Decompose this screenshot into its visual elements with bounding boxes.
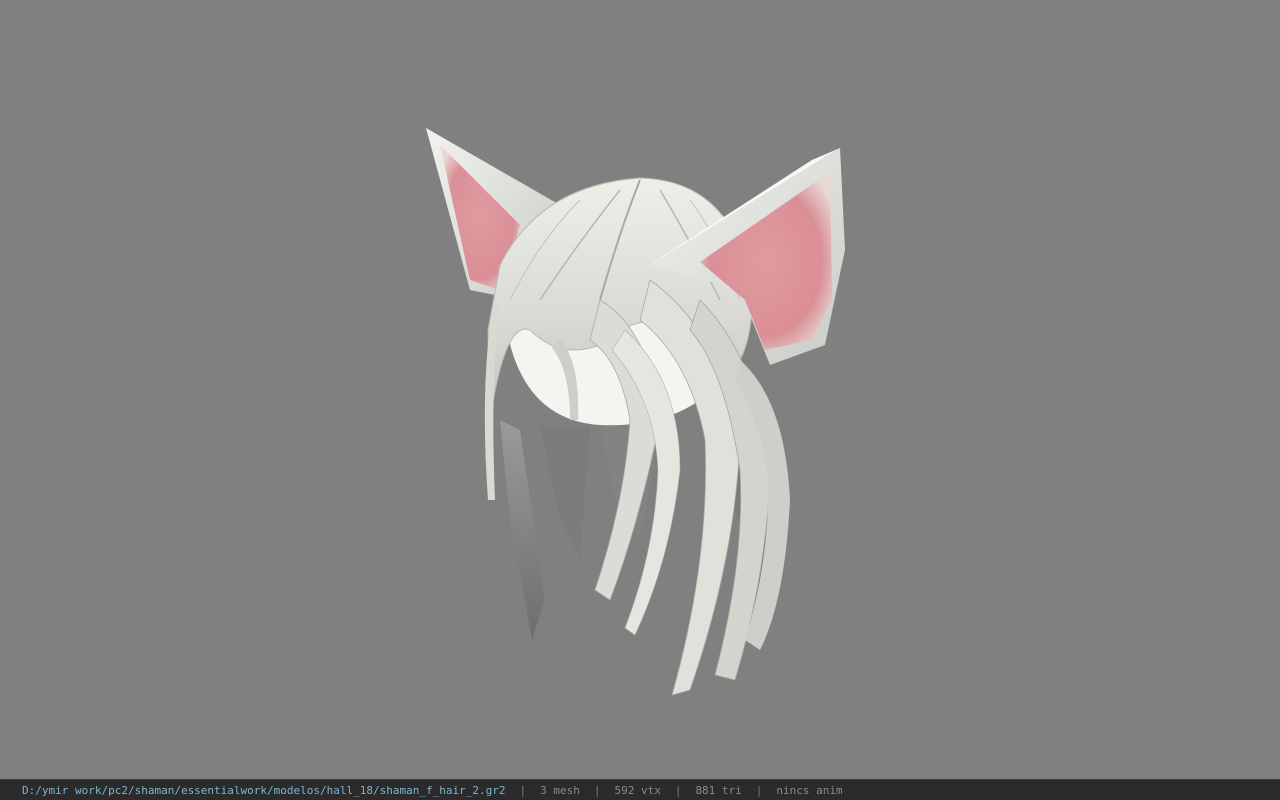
separator: | [519,784,527,797]
separator: | [674,784,682,797]
triangle-count: 881 tri [695,784,742,797]
status-bar: D:/ymir work/pc2/shaman/essentialwork/mo… [0,779,1280,800]
3d-viewport[interactable] [0,0,1280,779]
separator: | [755,784,763,797]
vertex-count: 592 vtx [614,784,661,797]
mesh-count: 3 mesh [540,784,580,797]
separator: | [593,784,601,797]
file-path: D:/ymir work/pc2/shaman/essentialwork/mo… [22,784,506,797]
hair-mesh-icon[interactable] [0,0,1280,779]
animation-status: nincs anim [776,784,843,797]
